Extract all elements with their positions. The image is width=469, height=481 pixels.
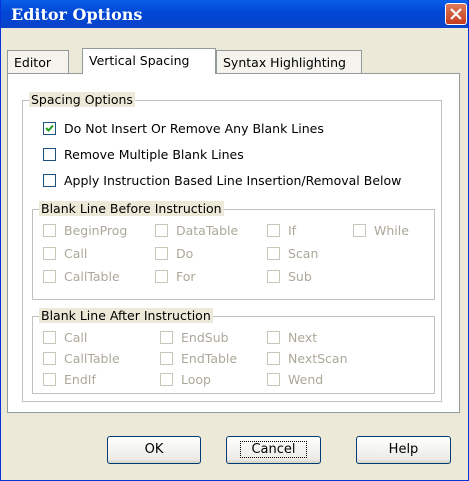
remove-multiple-checkbox[interactable]: Remove Multiple Blank Lines xyxy=(43,147,244,162)
after-wend-checkbox[interactable]: Wend xyxy=(267,372,323,387)
checkbox-label: EndTable xyxy=(181,351,238,366)
before-for-checkbox[interactable]: For xyxy=(155,269,196,284)
blank-before-group: Blank Line Before Instruction BeginProg … xyxy=(32,201,435,300)
before-calltable-checkbox[interactable]: CallTable xyxy=(43,269,120,284)
checkbox-label: BeginProg xyxy=(64,223,128,238)
checkbox-label: Do Not Insert Or Remove Any Blank Lines xyxy=(64,121,324,136)
help-label: Help xyxy=(388,442,419,457)
checkbox-label: For xyxy=(176,269,196,284)
spacing-options-group: Spacing Options Do Not Insert Or Remove … xyxy=(22,92,442,402)
checkbox-box xyxy=(43,174,56,187)
checkbox-label: CallTable xyxy=(64,269,120,284)
checkbox-label: Call xyxy=(64,330,88,345)
window-title: Editor Options xyxy=(11,5,143,24)
checkbox-label: While xyxy=(374,223,409,238)
ok-label: OK xyxy=(144,442,164,457)
checkbox-label: Sub xyxy=(288,269,312,284)
before-call-checkbox[interactable]: Call xyxy=(43,246,87,261)
checkbox-label: CallTable xyxy=(64,351,120,366)
after-endif-checkbox[interactable]: EndIf xyxy=(43,372,96,387)
checkbox-label: Wend xyxy=(288,372,324,387)
after-call-checkbox[interactable]: Call xyxy=(43,330,87,345)
apply-instruction-based-checkbox[interactable]: Apply Instruction Based Line Insertion/R… xyxy=(43,173,401,188)
checkbox-box xyxy=(43,122,56,135)
after-next-checkbox[interactable]: Next xyxy=(267,330,317,345)
checkbox-label: Loop xyxy=(181,372,211,387)
checkbox-label: Apply Instruction Based Line Insertion/R… xyxy=(64,173,402,188)
check-icon xyxy=(45,124,54,132)
blank-after-legend: Blank Line After Instruction xyxy=(39,308,213,323)
blank-before-legend: Blank Line Before Instruction xyxy=(39,201,224,216)
tab-editor[interactable]: Editor xyxy=(7,50,69,73)
after-nextscan-checkbox[interactable]: NextScan xyxy=(267,351,348,366)
ok-button[interactable]: OK xyxy=(107,436,201,464)
tab-syntax-highlighting[interactable]: Syntax Highlighting xyxy=(216,50,362,73)
checkbox-label: Remove Multiple Blank Lines xyxy=(64,147,244,162)
editor-options-dialog: Editor Options Editor Vertical Spacing S… xyxy=(0,0,469,481)
close-button[interactable] xyxy=(445,3,467,25)
checkbox-label: Next xyxy=(288,330,318,345)
do-not-insert-checkbox[interactable]: Do Not Insert Or Remove Any Blank Lines xyxy=(43,121,324,136)
spacing-options-legend: Spacing Options xyxy=(29,92,135,107)
checkbox-label: DataTable xyxy=(176,223,239,238)
before-do-checkbox[interactable]: Do xyxy=(155,246,193,261)
checkbox-label: If xyxy=(288,223,297,238)
after-endsub-checkbox[interactable]: EndSub xyxy=(160,330,229,345)
checkbox-label: Scan xyxy=(288,246,319,261)
before-datatable-checkbox[interactable]: DataTable xyxy=(155,223,238,238)
before-sub-checkbox[interactable]: Sub xyxy=(267,269,312,284)
after-endtable-checkbox[interactable]: EndTable xyxy=(160,351,237,366)
checkbox-label: EndIf xyxy=(64,372,96,387)
before-if-checkbox[interactable]: If xyxy=(267,223,296,238)
checkbox-box xyxy=(43,148,56,161)
tab-panel: Spacing Options Do Not Insert Or Remove … xyxy=(7,73,460,413)
before-while-checkbox[interactable]: While xyxy=(353,223,409,238)
before-scan-checkbox[interactable]: Scan xyxy=(267,246,318,261)
checkbox-label: NextScan xyxy=(288,351,348,366)
tab-vertical-spacing[interactable]: Vertical Spacing xyxy=(82,48,216,74)
checkbox-label: Call xyxy=(64,246,88,261)
title-bar[interactable]: Editor Options xyxy=(1,0,468,28)
blank-after-group: Blank Line After Instruction Call EndSub… xyxy=(32,308,435,394)
checkbox-label: EndSub xyxy=(181,330,229,345)
after-loop-checkbox[interactable]: Loop xyxy=(160,372,211,387)
checkbox-label: Do xyxy=(176,246,194,261)
help-button[interactable]: Help xyxy=(356,436,451,464)
cancel-label: Cancel xyxy=(240,441,307,458)
after-calltable-checkbox[interactable]: CallTable xyxy=(43,351,120,366)
before-beginprog-checkbox[interactable]: BeginProg xyxy=(43,223,127,238)
cancel-button[interactable]: Cancel xyxy=(226,436,321,464)
